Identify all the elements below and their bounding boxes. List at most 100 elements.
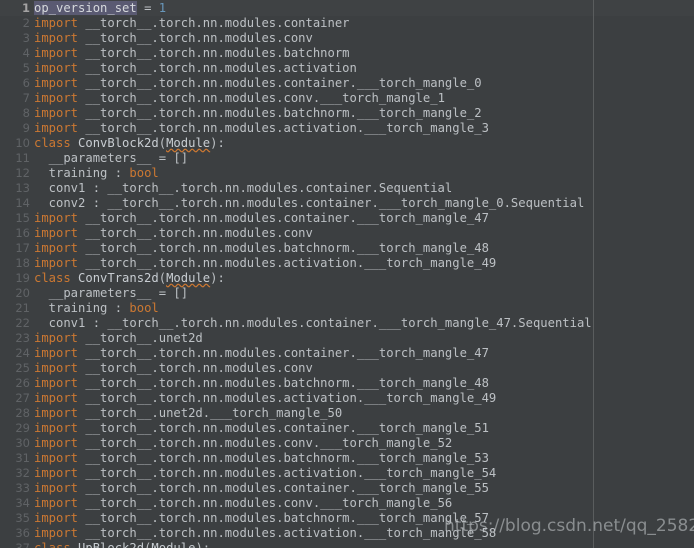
line-number[interactable]: 14 xyxy=(0,196,34,211)
code-line[interactable]: 11 __parameters__ = [] xyxy=(0,151,694,166)
line-number[interactable]: 18 xyxy=(0,256,34,271)
code-line-text[interactable]: import __torch__.torch.nn.modules.conv xyxy=(34,226,694,241)
line-number[interactable]: 5 xyxy=(0,61,34,76)
code-line-text[interactable]: import __torch__.torch.nn.modules.batchn… xyxy=(34,46,694,61)
code-line[interactable]: 23 import __torch__.unet2d xyxy=(0,331,694,346)
code-line[interactable]: 12 training : bool xyxy=(0,166,694,181)
code-line-text[interactable]: import __torch__.torch.nn.modules.activa… xyxy=(34,526,694,541)
line-number[interactable]: 20 xyxy=(0,286,34,301)
line-number[interactable]: 23 xyxy=(0,331,34,346)
code-line[interactable]: 34 import __torch__.torch.nn.modules.conv… xyxy=(0,496,694,511)
line-number[interactable]: 35 xyxy=(0,511,34,526)
line-number[interactable]: 12 xyxy=(0,166,34,181)
line-number[interactable]: 3 xyxy=(0,31,34,46)
line-number[interactable]: 34 xyxy=(0,496,34,511)
line-number[interactable]: 24 xyxy=(0,346,34,361)
code-line[interactable]: 4 import __torch__.torch.nn.modules.batch… xyxy=(0,46,694,61)
code-line-text[interactable]: conv2 : __torch__.torch.nn.modules.conta… xyxy=(34,196,694,211)
code-line[interactable]: 3 import __torch__.torch.nn.modules.conv xyxy=(0,31,694,46)
code-line[interactable]: 2 import __torch__.torch.nn.modules.conta… xyxy=(0,16,694,31)
code-line-text[interactable]: import __torch__.torch.nn.modules.batchn… xyxy=(34,511,694,526)
code-line-text[interactable]: import __torch__.torch.nn.modules.batchn… xyxy=(34,241,694,256)
code-line-text[interactable]: import __torch__.torch.nn.modules.contai… xyxy=(34,481,694,496)
code-line-text[interactable]: training : bool xyxy=(34,166,694,181)
line-number[interactable]: 25 xyxy=(0,361,34,376)
code-line[interactable]: 36 import __torch__.torch.nn.modules.acti… xyxy=(0,526,694,541)
code-line[interactable]: 30 import __torch__.torch.nn.modules.conv… xyxy=(0,436,694,451)
code-line[interactable]: 33 import __torch__.torch.nn.modules.cont… xyxy=(0,481,694,496)
line-number[interactable]: 11 xyxy=(0,151,34,166)
code-line[interactable]: 22 conv1 : __torch__.torch.nn.modules.co… xyxy=(0,316,694,331)
code-line[interactable]: 15 import __torch__.torch.nn.modules.cont… xyxy=(0,211,694,226)
line-number[interactable]: 15 xyxy=(0,211,34,226)
code-line-text[interactable]: import __torch__.torch.nn.modules.contai… xyxy=(34,421,694,436)
code-line[interactable]: 29 import __torch__.torch.nn.modules.cont… xyxy=(0,421,694,436)
code-line[interactable]: 31 import __torch__.torch.nn.modules.batc… xyxy=(0,451,694,466)
code-line[interactable]: 19 class ConvTrans2d(Module): xyxy=(0,271,694,286)
code-line[interactable]: 32 import __torch__.torch.nn.modules.acti… xyxy=(0,466,694,481)
line-number[interactable]: 13 xyxy=(0,181,34,196)
code-line-text[interactable]: import __torch__.torch.nn.modules.contai… xyxy=(34,76,694,91)
code-line[interactable]: 26 import __torch__.torch.nn.modules.batc… xyxy=(0,376,694,391)
code-line-text[interactable]: class ConvTrans2d(Module): xyxy=(34,271,694,286)
code-line[interactable]: 7 import __torch__.torch.nn.modules.conv.… xyxy=(0,91,694,106)
line-number[interactable]: 37 xyxy=(0,541,34,548)
line-number[interactable]: 26 xyxy=(0,376,34,391)
code-line-text[interactable]: training : bool xyxy=(34,301,694,316)
line-number[interactable]: 29 xyxy=(0,421,34,436)
code-line-text[interactable]: import __torch__.torch.nn.modules.activa… xyxy=(34,121,694,136)
code-line[interactable]: 5 import __torch__.torch.nn.modules.activ… xyxy=(0,61,694,76)
line-number[interactable]: 30 xyxy=(0,436,34,451)
line-number[interactable]: 33 xyxy=(0,481,34,496)
code-line-text[interactable]: import __torch__.torch.nn.modules.conv._… xyxy=(34,91,694,106)
code-line-text[interactable]: import __torch__.torch.nn.modules.contai… xyxy=(34,346,694,361)
code-line-text[interactable]: conv1 : __torch__.torch.nn.modules.conta… xyxy=(34,316,694,331)
line-number[interactable]: 16 xyxy=(0,226,34,241)
line-number[interactable]: 2 xyxy=(0,16,34,31)
code-line-text[interactable]: import __torch__.torch.nn.modules.conv xyxy=(34,31,694,46)
code-line[interactable]: 37 class UpBlock2d(Module): xyxy=(0,541,694,548)
line-number[interactable]: 8 xyxy=(0,106,34,121)
code-line-text[interactable]: class ConvBlock2d(Module): xyxy=(34,136,694,151)
code-line[interactable]: 9 import __torch__.torch.nn.modules.activ… xyxy=(0,121,694,136)
code-line-text[interactable]: __parameters__ = [] xyxy=(34,151,694,166)
line-number[interactable]: 4 xyxy=(0,46,34,61)
line-number[interactable]: 21 xyxy=(0,301,34,316)
code-line-text[interactable]: __parameters__ = [] xyxy=(34,286,694,301)
code-line-text[interactable]: import __torch__.torch.nn.modules.batchn… xyxy=(34,376,694,391)
code-line-text[interactable]: import __torch__.torch.nn.modules.contai… xyxy=(34,16,694,31)
line-number[interactable]: 31 xyxy=(0,451,34,466)
line-number[interactable]: 27 xyxy=(0,391,34,406)
code-line-text[interactable]: import __torch__.torch.nn.modules.activa… xyxy=(34,466,694,481)
code-line[interactable]: 6 import __torch__.torch.nn.modules.conta… xyxy=(0,76,694,91)
line-number[interactable]: 7 xyxy=(0,91,34,106)
code-line[interactable]: 21 training : bool xyxy=(0,301,694,316)
line-number[interactable]: 32 xyxy=(0,466,34,481)
line-number[interactable]: 28 xyxy=(0,406,34,421)
code-line-text[interactable]: import __torch__.torch.nn.modules.activa… xyxy=(34,256,694,271)
code-line-text[interactable]: import __torch__.unet2d xyxy=(34,331,694,346)
code-line-text[interactable]: import __torch__.torch.nn.modules.conv._… xyxy=(34,436,694,451)
code-lines-container[interactable]: 1 op_version_set = 1 2 import __torch__.tor… xyxy=(0,0,694,548)
code-line[interactable]: 24 import __torch__.torch.nn.modules.cont… xyxy=(0,346,694,361)
code-line[interactable]: 28 import __torch__.unet2d.___torch_mangl… xyxy=(0,406,694,421)
line-number[interactable]: 19 xyxy=(0,271,34,286)
code-line-text[interactable]: import __torch__.torch.nn.modules.activa… xyxy=(34,391,694,406)
code-line-text[interactable]: import __torch__.torch.nn.modules.batchn… xyxy=(34,106,694,121)
code-line[interactable]: 10 class ConvBlock2d(Module): xyxy=(0,136,694,151)
code-line-text[interactable]: op_version_set = 1 xyxy=(34,1,694,16)
code-line[interactable]: 35 import __torch__.torch.nn.modules.batc… xyxy=(0,511,694,526)
code-line[interactable]: 20 __parameters__ = [] xyxy=(0,286,694,301)
code-line[interactable]: 8 import __torch__.torch.nn.modules.batch… xyxy=(0,106,694,121)
code-line-text[interactable]: import __torch__.torch.nn.modules.conv xyxy=(34,361,694,376)
code-line-text[interactable]: conv1 : __torch__.torch.nn.modules.conta… xyxy=(34,181,694,196)
line-number[interactable]: 22 xyxy=(0,316,34,331)
code-line[interactable]: 16 import __torch__.torch.nn.modules.conv xyxy=(0,226,694,241)
code-line[interactable]: 18 import __torch__.torch.nn.modules.acti… xyxy=(0,256,694,271)
line-number[interactable]: 6 xyxy=(0,76,34,91)
code-line-text[interactable]: import __torch__.unet2d.___torch_mangle_… xyxy=(34,406,694,421)
code-line[interactable]: 13 conv1 : __torch__.torch.nn.modules.co… xyxy=(0,181,694,196)
code-line-text[interactable]: class UpBlock2d(Module): xyxy=(34,541,694,548)
code-line-text[interactable]: import __torch__.torch.nn.modules.activa… xyxy=(34,61,694,76)
code-line[interactable]: 27 import __torch__.torch.nn.modules.acti… xyxy=(0,391,694,406)
